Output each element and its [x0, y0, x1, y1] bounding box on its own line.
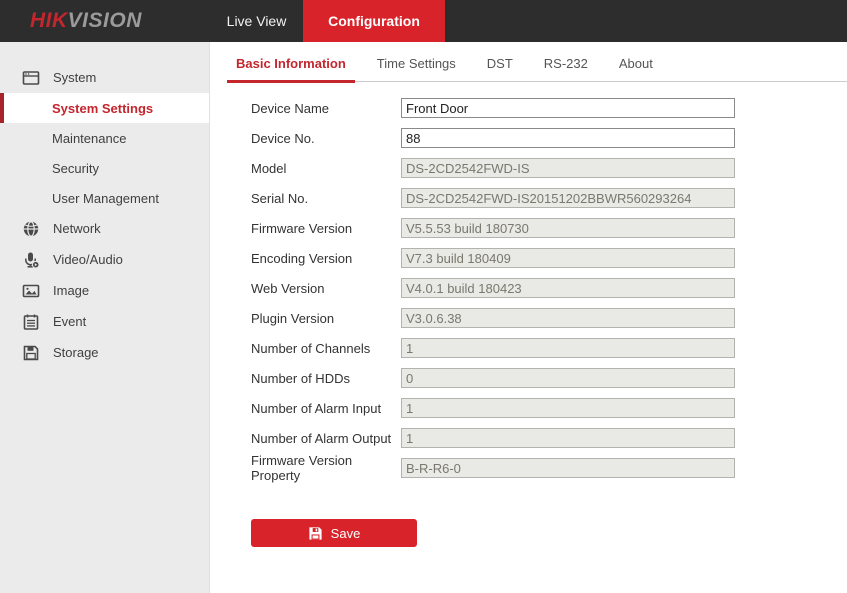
number-of-alarm-input-label: Number of Alarm Input: [251, 401, 401, 416]
form-row: Number of Channels: [210, 333, 847, 363]
form-row: Device Name: [210, 93, 847, 123]
logo-part-vision: VISION: [68, 9, 142, 32]
image-icon: [22, 282, 40, 300]
firmware-version-property-field: [401, 458, 735, 478]
web-version-field: [401, 278, 735, 298]
plugin-version-field: [401, 308, 735, 328]
number-of-channels-label: Number of Channels: [251, 341, 401, 356]
device-no-input[interactable]: [401, 128, 735, 148]
sidebar-item-system-settings[interactable]: System Settings: [0, 93, 209, 123]
form-row: Model: [210, 153, 847, 183]
model-label: Model: [251, 161, 401, 176]
sidebar-item-label: Video/Audio: [53, 252, 123, 267]
sidebar-item-label: Network: [53, 221, 101, 236]
sidebar-item-label: User Management: [52, 191, 159, 206]
encoding-version-field: [401, 248, 735, 268]
form-row: Device No.: [210, 123, 847, 153]
sidebar-item-maintenance[interactable]: Maintenance: [0, 123, 209, 153]
number-of-channels-field: [401, 338, 735, 358]
network-icon: [22, 220, 40, 238]
main-content: Basic Information Time Settings DST RS-2…: [210, 42, 847, 593]
form-row: Encoding Version: [210, 243, 847, 273]
event-icon: [22, 313, 40, 331]
form-row: Number of HDDs: [210, 363, 847, 393]
web-version-label: Web Version: [251, 281, 401, 296]
system-icon: [22, 69, 40, 87]
form-row: Plugin Version: [210, 303, 847, 333]
nav-live-view[interactable]: Live View: [210, 0, 303, 42]
sidebar-item-security[interactable]: Security: [0, 153, 209, 183]
firmware-version-field: [401, 218, 735, 238]
tab-dst[interactable]: DST: [478, 56, 522, 81]
save-button[interactable]: Save: [251, 519, 417, 547]
tab-time-settings[interactable]: Time Settings: [368, 56, 465, 81]
sidebar-item-label: System: [53, 70, 96, 85]
form-row: Firmware Version: [210, 213, 847, 243]
device-name-input[interactable]: [401, 98, 735, 118]
form-row: Number of Alarm Input: [210, 393, 847, 423]
save-button-label: Save: [331, 526, 361, 541]
settings-tabbar: Basic Information Time Settings DST RS-2…: [227, 52, 847, 82]
firmware-version-label: Firmware Version: [251, 221, 401, 236]
nav-configuration[interactable]: Configuration: [303, 0, 445, 42]
sidebar-item-video-audio[interactable]: Video/Audio: [0, 244, 209, 275]
form-row: Firmware Version Property: [210, 453, 847, 483]
storage-icon: [22, 344, 40, 362]
firmware-version-property-label: Firmware Version Property: [251, 453, 401, 483]
number-of-alarm-output-label: Number of Alarm Output: [251, 431, 401, 446]
number-of-alarm-input-field: [401, 398, 735, 418]
save-icon: [308, 526, 323, 541]
tab-rs-232[interactable]: RS-232: [535, 56, 597, 81]
sidebar-item-system[interactable]: System: [0, 62, 209, 93]
sidebar-item-label: System Settings: [52, 101, 153, 116]
sidebar-item-image[interactable]: Image: [0, 275, 209, 306]
number-of-hdds-field: [401, 368, 735, 388]
basic-information-form: Device Name Device No. Model Serial No. …: [210, 93, 847, 547]
sidebar-item-network[interactable]: Network: [0, 213, 209, 244]
serial-no-label: Serial No.: [251, 191, 401, 206]
number-of-alarm-output-field: [401, 428, 735, 448]
sidebar-item-label: Storage: [53, 345, 99, 360]
video-audio-icon: [22, 251, 40, 269]
tab-basic-information[interactable]: Basic Information: [227, 56, 355, 81]
form-row: Web Version: [210, 273, 847, 303]
sidebar: System System Settings Maintenance Secur…: [0, 42, 210, 593]
model-field: [401, 158, 735, 178]
form-row: Number of Alarm Output: [210, 423, 847, 453]
number-of-hdds-label: Number of HDDs: [251, 371, 401, 386]
save-button-container: Save: [251, 519, 847, 547]
logo-part-hik: HIK: [30, 9, 68, 32]
sidebar-item-user-management[interactable]: User Management: [0, 183, 209, 213]
encoding-version-label: Encoding Version: [251, 251, 401, 266]
plugin-version-label: Plugin Version: [251, 311, 401, 326]
serial-no-field: [401, 188, 735, 208]
sidebar-item-label: Security: [52, 161, 99, 176]
sidebar-item-label: Image: [53, 283, 89, 298]
sidebar-item-label: Event: [53, 314, 86, 329]
sidebar-item-label: Maintenance: [52, 131, 126, 146]
form-row: Serial No.: [210, 183, 847, 213]
device-no-label: Device No.: [251, 131, 401, 146]
sidebar-item-storage[interactable]: Storage: [0, 337, 209, 368]
device-name-label: Device Name: [251, 101, 401, 116]
hikvision-logo: HIKVISION: [30, 9, 142, 33]
tab-about[interactable]: About: [610, 56, 662, 81]
sidebar-item-event[interactable]: Event: [0, 306, 209, 337]
top-bar: HIKVISION Live View Configuration: [0, 0, 847, 42]
